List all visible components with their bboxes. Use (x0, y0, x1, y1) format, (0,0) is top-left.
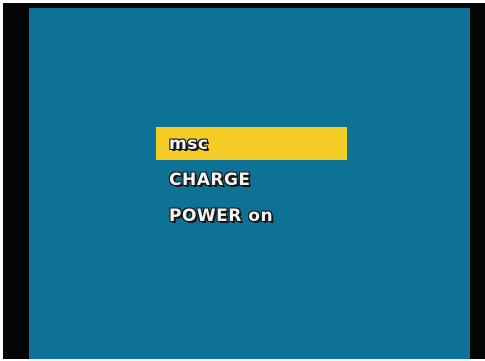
display-area: msc CHARGE POWER on (29, 8, 470, 359)
menu-item-label: msc (169, 134, 209, 154)
menu-item-msc[interactable]: msc (156, 126, 356, 160)
menu-item-power-on[interactable]: POWER on (156, 198, 356, 232)
video-frame: msc CHARGE POWER on (0, 0, 485, 361)
boot-menu: msc CHARGE POWER on (156, 126, 356, 234)
menu-item-label: CHARGE (169, 170, 251, 190)
menu-item-label: POWER on (169, 206, 274, 226)
menu-item-charge[interactable]: CHARGE (156, 162, 356, 196)
tv-screen: msc CHARGE POWER on (3, 3, 485, 359)
